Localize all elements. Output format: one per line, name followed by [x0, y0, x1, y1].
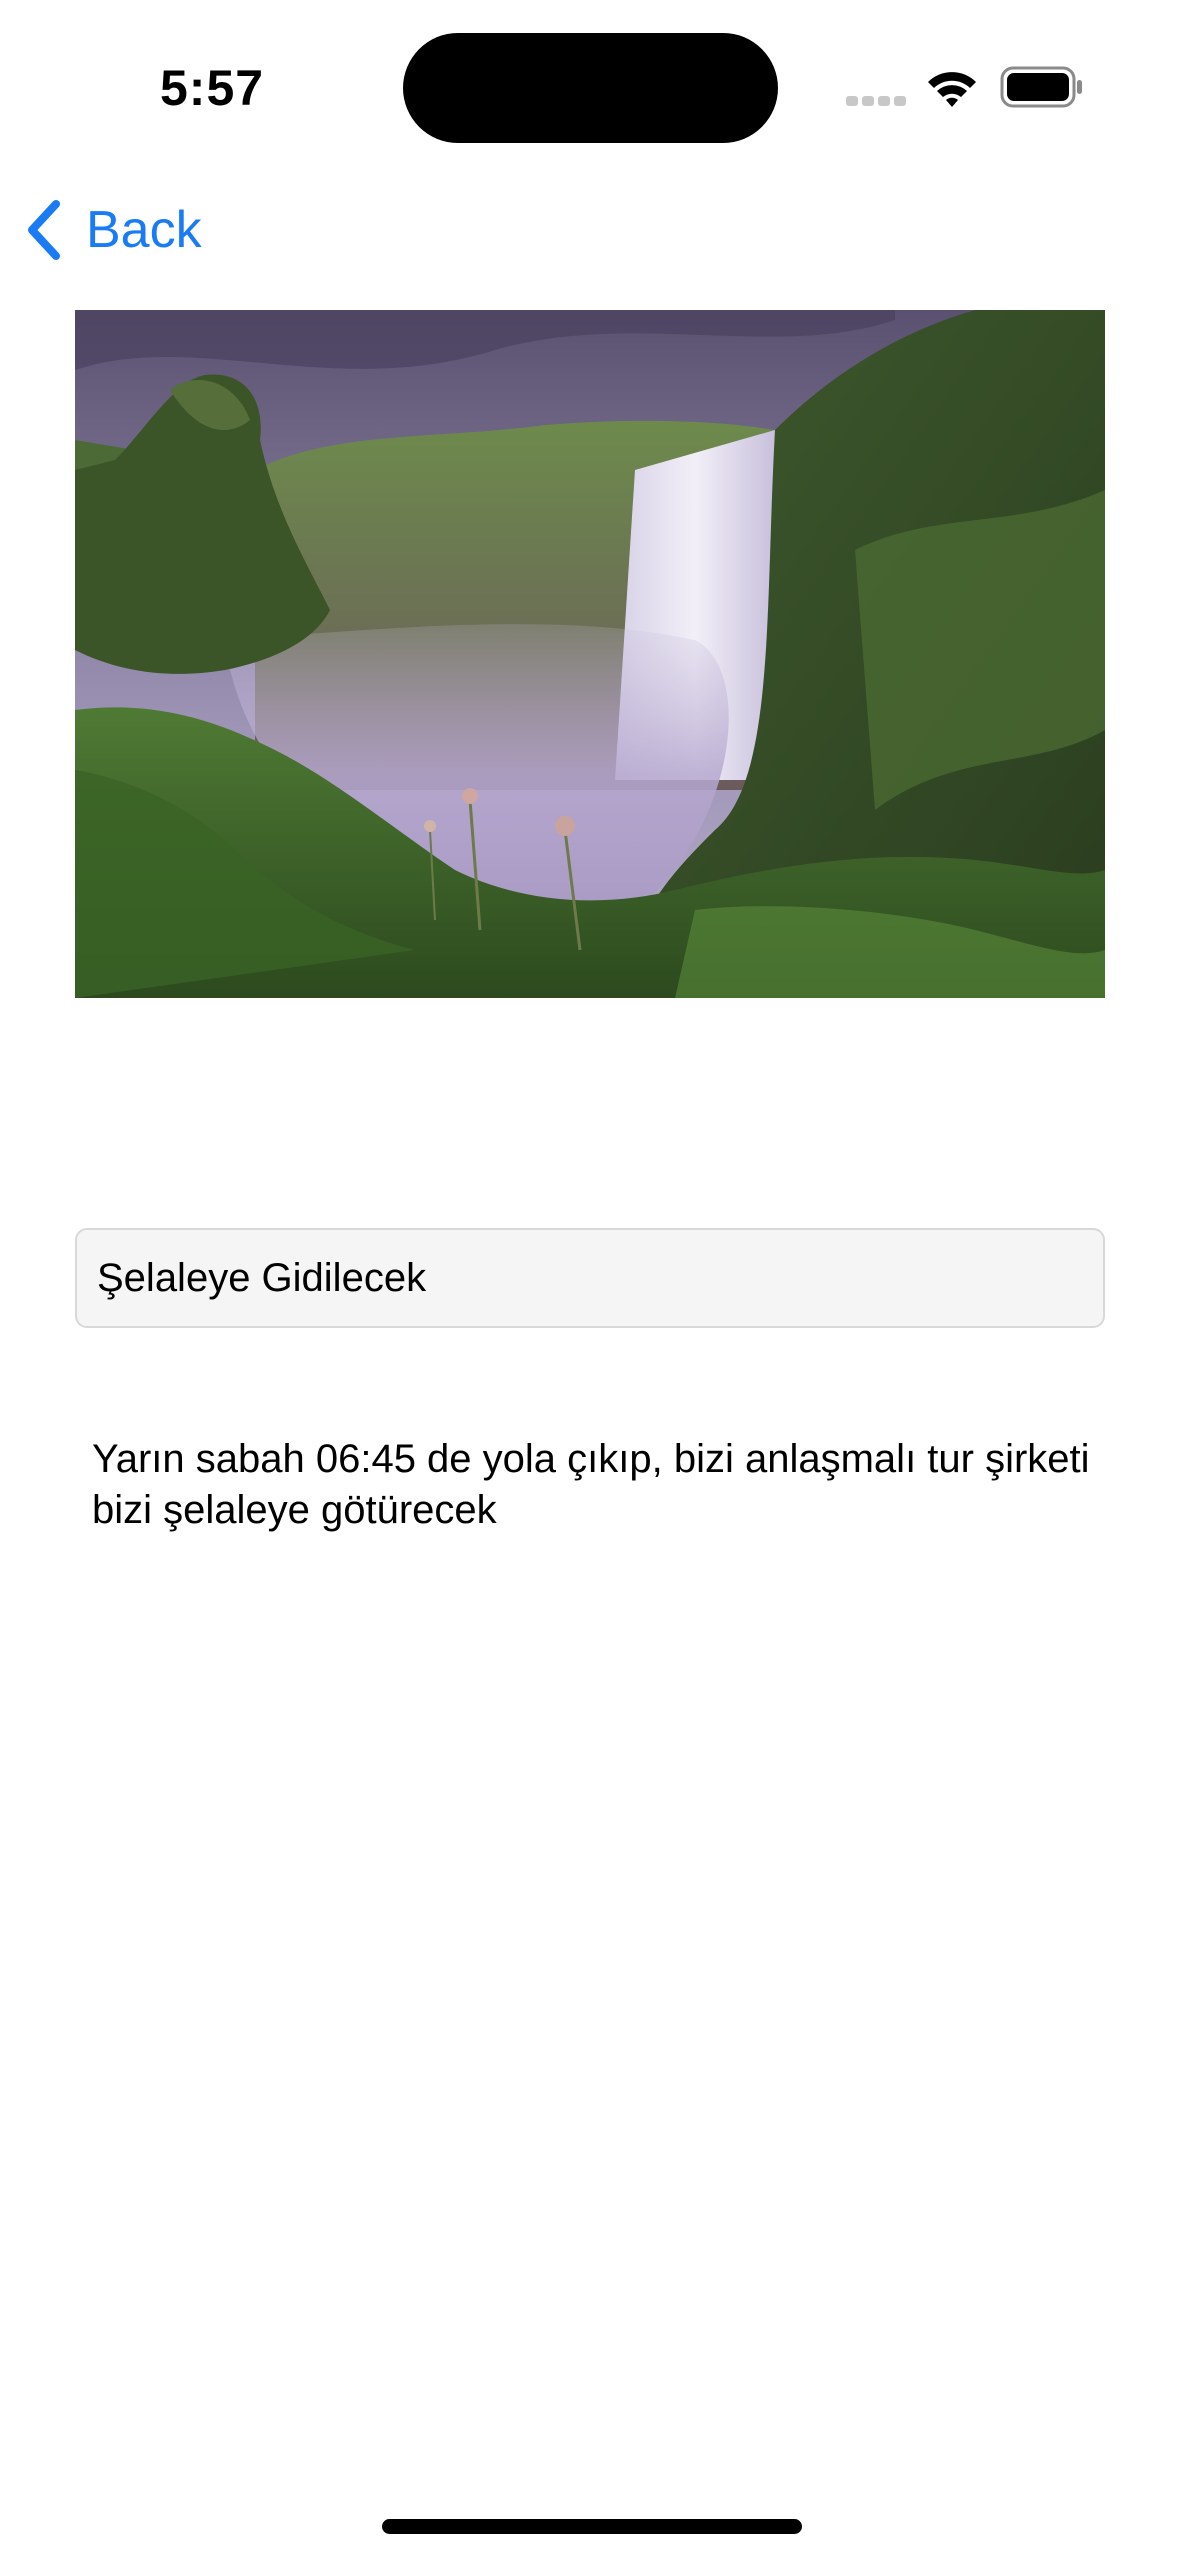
- home-indicator: [382, 2519, 802, 2534]
- cellular-signal-icon: [846, 96, 906, 106]
- wifi-icon: [928, 72, 976, 107]
- title-field[interactable]: [75, 1228, 1105, 1328]
- waterfall-photo: [75, 310, 1105, 998]
- battery-icon: [1000, 66, 1082, 108]
- dynamic-island: [403, 33, 778, 143]
- status-time: 5:57: [160, 60, 265, 116]
- chevron-left-icon: [28, 200, 60, 260]
- back-button[interactable]: Back: [22, 190, 202, 270]
- back-label: Back: [86, 201, 202, 259]
- description-text[interactable]: Yarın sabah 06:45 de yola çıkıp, bizi an…: [92, 1434, 1092, 1536]
